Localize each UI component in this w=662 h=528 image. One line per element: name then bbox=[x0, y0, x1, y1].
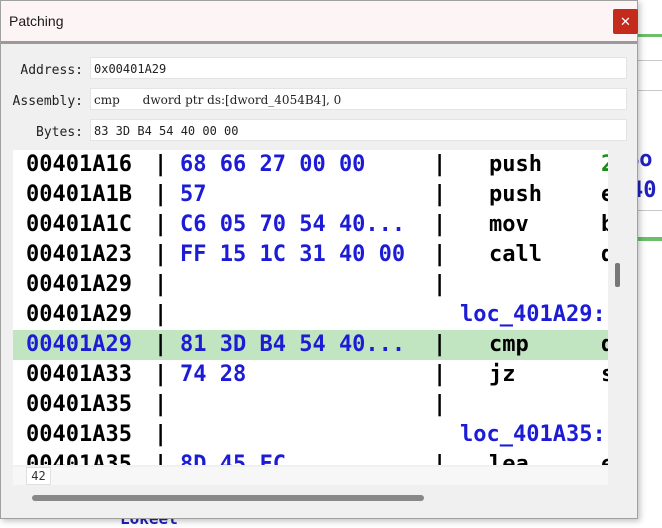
background-divider bbox=[638, 90, 662, 91]
row-bytes: 81 3D B4 54 40... bbox=[180, 332, 406, 357]
row-operand: b bbox=[601, 212, 608, 237]
row-operand: d bbox=[601, 332, 608, 357]
listing-row[interactable]: 00401A1C | C6 05 70 54 40... | mov b bbox=[13, 210, 608, 240]
listing-row[interactable]: 00401A29 | loc_401A29: bbox=[13, 300, 608, 330]
assembly-label: Assembly: bbox=[12, 94, 83, 109]
vertical-scrollbar[interactable] bbox=[609, 150, 627, 465]
row-address: 00401A1C bbox=[26, 212, 132, 237]
column-separator: | bbox=[154, 242, 168, 267]
column-separator: | bbox=[154, 272, 168, 297]
column-separator: | bbox=[154, 182, 168, 207]
column-separator: | bbox=[154, 212, 168, 237]
row-mnemonic: cmp bbox=[489, 332, 529, 357]
status-value: 42 bbox=[26, 467, 51, 485]
column-separator: | bbox=[433, 272, 447, 297]
listing-row[interactable]: 00401A1B | 57 | push e bbox=[13, 180, 608, 210]
title-separator bbox=[1, 41, 637, 44]
background-divider bbox=[638, 60, 662, 61]
row-address: 00401A16 bbox=[26, 152, 132, 177]
row-label: loc_401A35: bbox=[460, 422, 606, 447]
status-strip bbox=[13, 467, 608, 485]
row-mnemonic: push bbox=[489, 152, 542, 177]
row-operand: e bbox=[601, 452, 608, 465]
row-address: 00401A1B bbox=[26, 182, 132, 207]
row-operand: e bbox=[601, 182, 608, 207]
row-mnemonic: push bbox=[489, 182, 542, 207]
listing-row[interactable]: 00401A16 | 68 66 27 00 00 | push 2 bbox=[13, 150, 608, 180]
patching-dialog: Patching ✕ Address: 0x00401A29 Assembly:… bbox=[0, 0, 638, 519]
column-separator: | bbox=[433, 242, 447, 267]
row-operand: d bbox=[601, 242, 608, 267]
row-bytes: 68 66 27 00 00 bbox=[180, 152, 366, 177]
column-separator: | bbox=[154, 332, 168, 357]
bytes-field[interactable]: 83 3D B4 54 40 00 00 bbox=[90, 119, 627, 141]
row-address: 00401A35 bbox=[26, 452, 132, 465]
row-operand: s bbox=[601, 362, 608, 387]
address-label: Address: bbox=[20, 63, 83, 78]
listing-row[interactable]: 00401A23 | FF 15 1C 31 40 00 | call d bbox=[13, 240, 608, 270]
listing-row[interactable]: 00401A33 | 74 28 | jz s bbox=[13, 360, 608, 390]
column-separator: | bbox=[154, 362, 168, 387]
row-label: loc_401A29: bbox=[460, 302, 606, 327]
column-separator: | bbox=[433, 152, 447, 177]
vertical-scrollbar-thumb[interactable] bbox=[615, 263, 620, 287]
row-bytes: 8D 45 FC bbox=[180, 452, 286, 465]
listing-row-selected[interactable]: 00401A29 | 81 3D B4 54 40... | cmp d bbox=[13, 330, 608, 360]
column-separator: | bbox=[154, 302, 168, 327]
bytes-label: Bytes: bbox=[36, 125, 83, 140]
row-bytes: 74 28 bbox=[180, 362, 247, 387]
row-address: 00401A29 bbox=[26, 302, 132, 327]
column-separator: | bbox=[154, 392, 168, 417]
row-bytes: FF 15 1C 31 40 00 bbox=[180, 242, 406, 267]
column-separator: | bbox=[433, 392, 447, 417]
row-mnemonic: lea bbox=[489, 452, 529, 465]
title-bar[interactable]: Patching ✕ bbox=[1, 1, 638, 41]
column-separator: | bbox=[433, 332, 447, 357]
row-operand: 2 bbox=[601, 152, 608, 177]
row-address: 00401A23 bbox=[26, 242, 132, 267]
window-title: Patching bbox=[9, 13, 64, 29]
background-divider bbox=[638, 210, 662, 211]
row-mnemonic: call bbox=[489, 242, 542, 267]
close-icon: ✕ bbox=[620, 14, 631, 29]
close-button[interactable]: ✕ bbox=[613, 9, 638, 34]
row-address: 00401A33 bbox=[26, 362, 132, 387]
disassembly-listing[interactable]: 00401A16 | 68 66 27 00 00 | push 2 00401A1B | 57… bbox=[13, 150, 608, 465]
horizontal-scrollbar-thumb[interactable] bbox=[32, 495, 424, 501]
row-address: 00401A35 bbox=[26, 392, 132, 417]
column-separator: | bbox=[154, 422, 168, 447]
column-separator: | bbox=[154, 452, 168, 465]
address-field[interactable]: 0x00401A29 bbox=[90, 57, 627, 79]
listing-row[interactable]: 00401A35 | | bbox=[13, 390, 608, 420]
row-address: 00401A35 bbox=[26, 422, 132, 447]
column-separator: | bbox=[433, 212, 447, 237]
column-separator: | bbox=[433, 182, 447, 207]
row-mnemonic: jz bbox=[489, 362, 516, 387]
listing-row[interactable]: 00401A29 | | bbox=[13, 270, 608, 300]
row-bytes: 57 bbox=[180, 182, 207, 207]
listing-row[interactable]: 00401A35 | loc_401A35: bbox=[13, 420, 608, 450]
background-green-bar bbox=[638, 34, 662, 37]
row-address: 00401A29 bbox=[26, 272, 132, 297]
listing-row[interactable]: 00401A35 | 8D 45 FC | lea e bbox=[13, 450, 608, 465]
background-green-bar bbox=[638, 237, 662, 241]
column-separator: | bbox=[154, 152, 168, 177]
row-mnemonic: mov bbox=[489, 212, 529, 237]
assembly-field[interactable]: cmp dword ptr ds:[dword_4054B4], 0 bbox=[90, 88, 627, 110]
column-separator: | bbox=[433, 452, 447, 465]
column-separator: | bbox=[433, 362, 447, 387]
row-bytes: C6 05 70 54 40... bbox=[180, 212, 406, 237]
row-address: 00401A29 bbox=[26, 332, 132, 357]
